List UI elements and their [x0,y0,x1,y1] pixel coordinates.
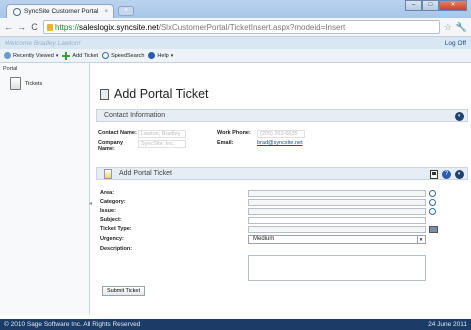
chevron-down-icon: ▾ [170,52,174,59]
main-content: Add Portal Ticket Contact Information ◐ … [92,63,471,314]
contact-name-label: Contact Name: [98,130,137,136]
search-icon [102,52,110,59]
lock-icon [47,23,53,31]
category-label: Category: [100,199,126,205]
speedsearch-label: SpeedSearch [111,52,145,59]
description-textarea[interactable] [248,255,426,281]
add-ticket-label: Add Ticket [72,52,99,59]
tab-close-icon[interactable]: × [104,9,108,15]
issue-lookup-icon[interactable] [429,208,436,215]
recently-viewed-label: Recently Viewed [13,52,54,59]
description-label: Description: [100,246,133,252]
company-name-row: Company Name: SyncSite, Inc. [98,140,186,152]
address-bar: ← → C https://saleslogix.syncsite.net/Sl… [0,18,471,37]
subject-input[interactable] [248,217,426,224]
contact-name-value: Lawton, Bradley [138,130,186,138]
urgency-select[interactable]: Medium ▼ [248,235,426,244]
contact-name-row: Contact Name: Lawton, Bradley [98,130,186,138]
company-name-value: SyncSite, Inc. [138,140,186,148]
company-name-label: Company Name: [98,140,124,152]
email-label: Email: [217,140,234,146]
ticket-form-icon [100,88,109,100]
ticket-icon [10,77,21,90]
contact-info-header[interactable]: Contact Information ◐ [96,109,468,122]
log-off-link[interactable]: Log Off [445,40,466,47]
chevron-down-icon: ▾ [55,52,59,59]
form-header-buttons: ? ◐ [430,170,464,179]
footer: © 2010 Sage Software Inc. All Rights Res… [0,319,471,330]
url-path: /SlxCustomerPortal/TicketInsert.aspx?mod… [158,22,346,32]
ticket-type-field[interactable] [248,226,426,233]
page-title: Add Portal Ticket [100,87,209,101]
new-tab-button[interactable]: + [118,6,134,16]
help-icon[interactable]: ? [442,170,451,179]
issue-field[interactable] [248,208,426,215]
back-button[interactable]: ← [4,22,13,32]
work-phone-row: Work Phone: (205) 263-6635 [217,130,305,138]
footer-date: 24 June 2011 [428,321,467,328]
ticket-form-title: Add Portal Ticket [119,170,172,177]
area-field[interactable] [248,190,426,197]
forward-button[interactable]: → [17,22,26,32]
subject-label: Subject: [100,217,122,223]
close-window-button[interactable]: ✕ [439,0,467,11]
collapse-icon[interactable]: ◐ [455,170,464,179]
copyright-text: © 2010 Sage Software Inc. All Rights Res… [4,321,141,328]
sidebar: Portal Tickets [0,63,90,314]
url-scheme: https:// [55,22,80,32]
issue-label: Issue: [100,208,116,214]
submit-ticket-button[interactable]: Submit Ticket [102,286,146,296]
email-row: Email: brad@syncsite.net [217,140,303,147]
sidebar-item-tickets[interactable]: Tickets [0,75,89,92]
maximize-button[interactable]: □ [422,0,439,11]
reload-button[interactable]: C [30,22,39,32]
browser-titlebar: SyncSite Customer Portal × + – □ ✕ [0,0,471,18]
url-input[interactable]: https://saleslogix.syncsite.net/SlxCusto… [43,20,440,34]
sidebar-item-label: Tickets [25,80,43,87]
urgency-label: Urgency: [100,236,124,242]
ellipsis-picker-icon[interactable] [429,226,438,233]
recently-viewed-menu[interactable]: Recently Viewed ▾ [4,52,58,59]
help-menu[interactable]: Help ▾ [148,52,173,59]
save-icon[interactable] [430,170,438,179]
wrench-icon[interactable]: 🔧 [456,22,467,33]
welcome-text: Welcome Bradley Lawton! [5,39,81,47]
browser-tab[interactable]: SyncSite Customer Portal × [6,4,114,18]
ticket-form-header: Add Portal Ticket ? ◐ [96,167,468,180]
help-icon [148,52,156,59]
url-host: saleslogix.syncsite.net [79,22,159,32]
plus-icon [62,51,71,60]
work-phone-label: Work Phone: [217,130,251,136]
welcome-bar: Welcome Bradley Lawton! Log Off [0,37,471,49]
speedsearch-button[interactable]: SpeedSearch [102,52,144,59]
page-title-text: Add Portal Ticket [114,87,209,101]
ticket-type-label: Ticket Type: [100,226,132,232]
minimize-button[interactable]: – [405,0,422,11]
bookmark-star-icon[interactable]: ☆ [444,22,452,33]
contact-info-title: Contact Information [104,112,166,119]
app-toolbar: Recently Viewed ▾ Add Ticket SpeedSearch… [0,49,471,63]
history-icon [4,52,11,59]
sidebar-title: Portal [3,66,18,72]
collapse-icon[interactable]: ◐ [455,112,464,121]
new-ticket-icon [104,169,112,179]
urgency-selected-value: Medium [253,236,275,242]
dropdown-arrow-icon[interactable]: ▼ [417,236,424,243]
globe-icon [13,7,21,16]
email-link[interactable]: brad@syncsite.net [257,140,303,147]
tab-title: SyncSite Customer Portal [24,8,99,15]
help-label: Help [157,52,169,59]
area-label: Area: [100,190,115,196]
area-lookup-icon[interactable] [429,190,436,197]
add-ticket-button[interactable]: Add Ticket [62,51,99,60]
window-controls: – □ ✕ [405,0,467,11]
category-lookup-icon[interactable] [429,199,436,206]
work-phone-value: (205) 263-6635 [257,130,305,138]
category-field[interactable] [248,199,426,206]
